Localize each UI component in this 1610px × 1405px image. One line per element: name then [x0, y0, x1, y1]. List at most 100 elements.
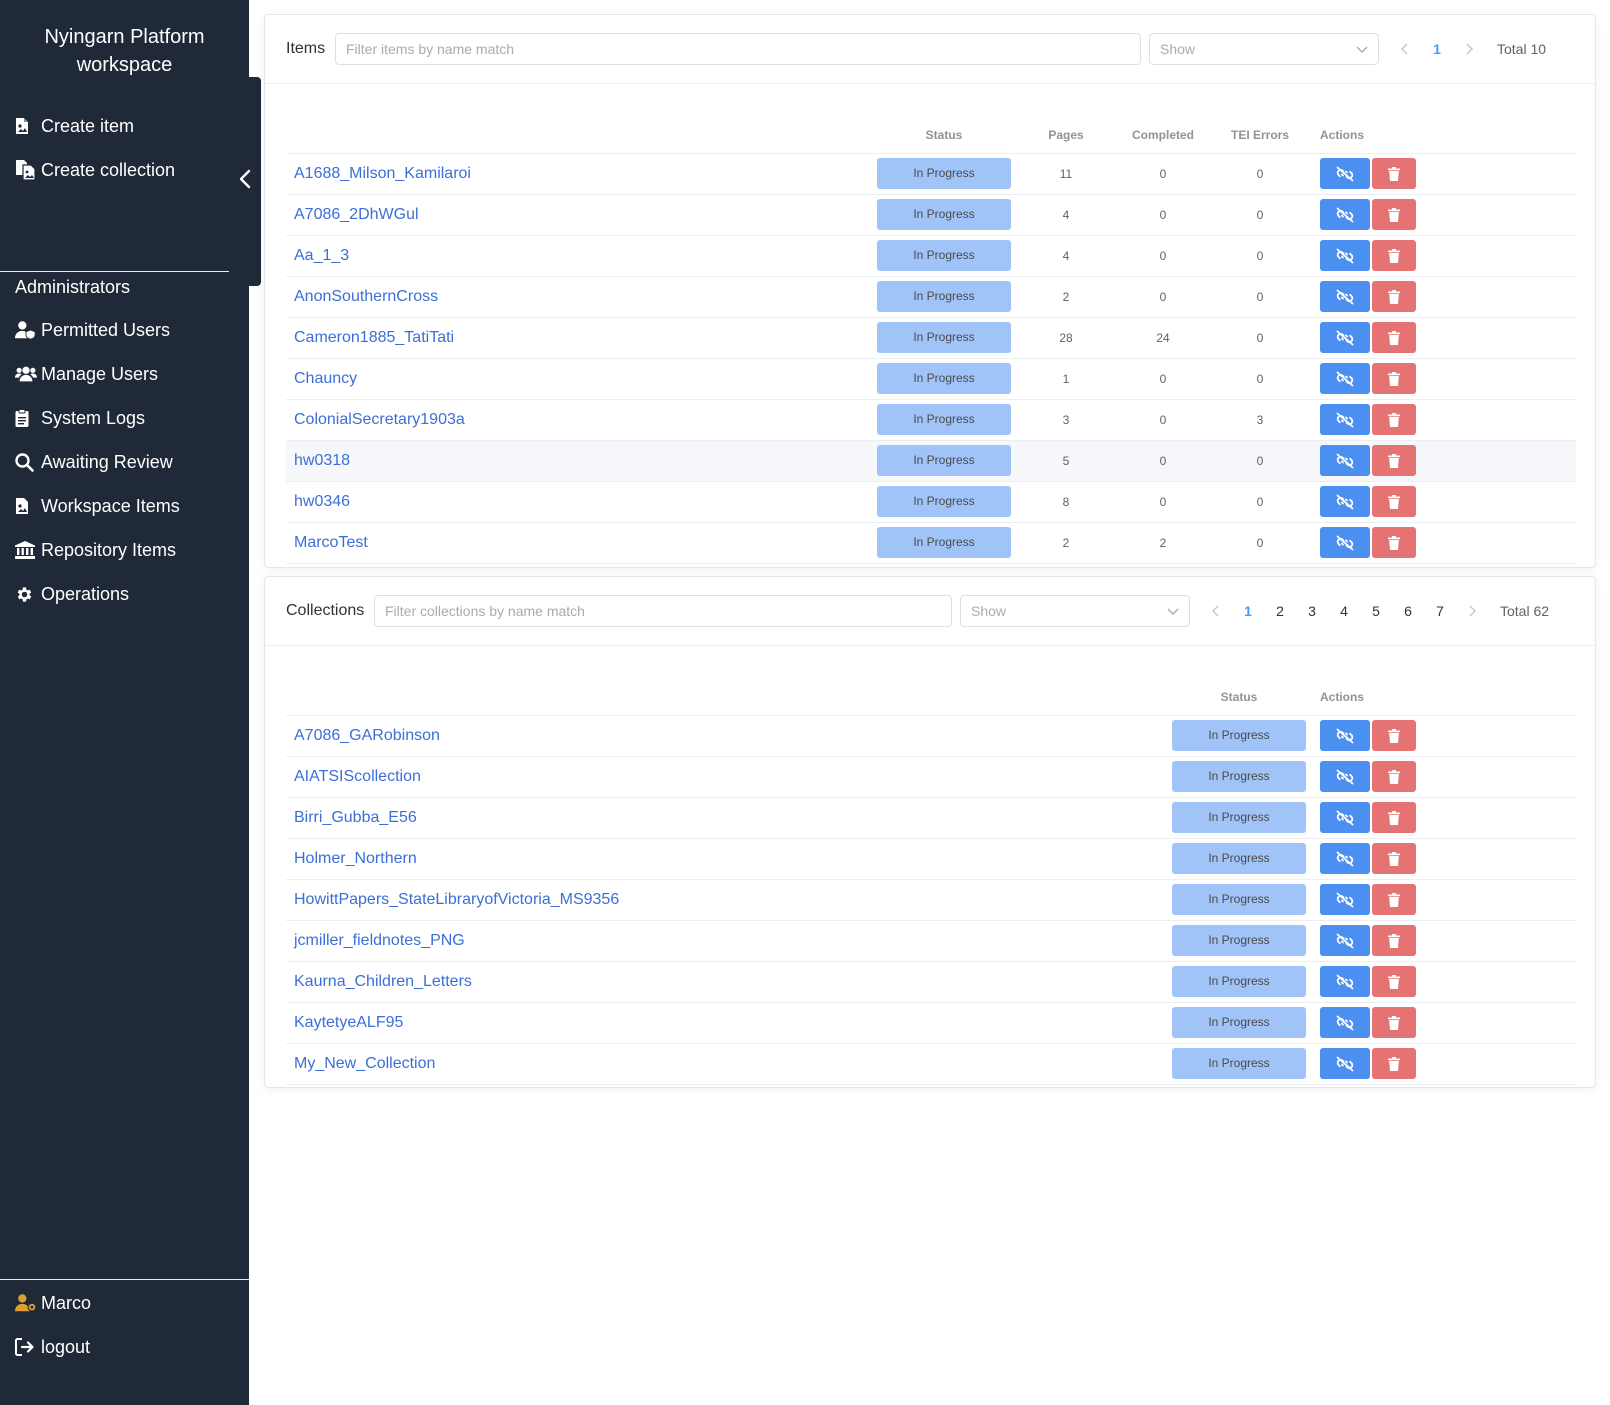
table-row[interactable]: A7086_2DhWGul In Progress 4 0 0 [286, 194, 1576, 236]
sidebar-item-create-collection[interactable]: Create collection [0, 148, 249, 192]
table-row[interactable]: Aa_1_3 In Progress 4 0 0 [286, 235, 1576, 277]
unlink-button[interactable] [1320, 363, 1370, 394]
unlink-button[interactable] [1320, 843, 1370, 874]
status-badge[interactable]: In Progress [1172, 1048, 1306, 1079]
unlink-button[interactable] [1320, 925, 1370, 956]
sidebar-item-awaiting-review[interactable]: Awaiting Review [0, 440, 249, 484]
status-badge[interactable]: In Progress [1172, 966, 1306, 997]
page-number[interactable]: 1 [1421, 41, 1453, 57]
delete-button[interactable] [1372, 843, 1416, 874]
status-badge[interactable]: In Progress [1172, 720, 1306, 751]
status-badge[interactable]: In Progress [877, 199, 1011, 230]
unlink-button[interactable] [1320, 445, 1370, 476]
table-row[interactable]: jcmiller_fieldnotes_PNG In Progress [286, 920, 1576, 962]
status-badge[interactable]: In Progress [877, 486, 1011, 517]
delete-button[interactable] [1372, 281, 1416, 312]
status-badge[interactable]: In Progress [877, 281, 1011, 312]
unlink-button[interactable] [1320, 1048, 1370, 1079]
sidebar-item-permitted-users[interactable]: Permitted Users [0, 308, 249, 352]
table-row[interactable]: KaytetyeALF95 In Progress [286, 1002, 1576, 1044]
status-badge[interactable]: In Progress [877, 322, 1011, 353]
delete-button[interactable] [1372, 445, 1416, 476]
table-row[interactable]: hw0318 In Progress 5 0 0 [286, 440, 1576, 482]
unlink-button[interactable] [1320, 240, 1370, 271]
items-show-select[interactable]: Show [1149, 33, 1379, 65]
table-row[interactable]: AnonSouthernCross In Progress 2 0 0 [286, 276, 1576, 318]
unlink-button[interactable] [1320, 158, 1370, 189]
sidebar-item-workspace-items[interactable]: Workspace Items [0, 484, 249, 528]
row-name-link[interactable]: HowittPapers_StateLibraryofVictoria_MS93… [294, 891, 619, 908]
collections-show-select[interactable]: Show [960, 595, 1190, 627]
row-name-link[interactable]: AnonSouthernCross [294, 288, 438, 305]
prev-page-icon[interactable] [1389, 43, 1421, 55]
page-number[interactable]: 2 [1264, 603, 1296, 619]
row-name-link[interactable]: My_New_Collection [294, 1055, 435, 1072]
row-name-link[interactable]: A7086_2DhWGul [294, 206, 419, 223]
status-badge[interactable]: In Progress [1172, 925, 1306, 956]
status-badge[interactable]: In Progress [877, 240, 1011, 271]
status-badge[interactable]: In Progress [1172, 843, 1306, 874]
delete-button[interactable] [1372, 761, 1416, 792]
unlink-button[interactable] [1320, 720, 1370, 751]
delete-button[interactable] [1372, 240, 1416, 271]
status-badge[interactable]: In Progress [877, 404, 1011, 435]
page-number[interactable]: 1 [1232, 603, 1264, 619]
delete-button[interactable] [1372, 1048, 1416, 1079]
delete-button[interactable] [1372, 486, 1416, 517]
row-name-link[interactable]: hw0346 [294, 493, 350, 510]
delete-button[interactable] [1372, 404, 1416, 435]
row-name-link[interactable]: A1688_Milson_Kamilaroi [294, 165, 471, 182]
row-name-link[interactable]: Kaurna_Children_Letters [294, 973, 472, 990]
status-badge[interactable]: In Progress [1172, 802, 1306, 833]
delete-button[interactable] [1372, 966, 1416, 997]
page-number[interactable]: 7 [1424, 603, 1456, 619]
page-number[interactable]: 4 [1328, 603, 1360, 619]
delete-button[interactable] [1372, 1007, 1416, 1038]
row-name-link[interactable]: Cameron1885_TatiTati [294, 329, 454, 346]
sidebar-item-manage-users[interactable]: Manage Users [0, 352, 249, 396]
sidebar-item-repository-items[interactable]: Repository Items [0, 528, 249, 572]
next-page-icon[interactable] [1453, 43, 1485, 55]
row-name-link[interactable]: Holmer_Northern [294, 850, 417, 867]
unlink-button[interactable] [1320, 199, 1370, 230]
status-badge[interactable]: In Progress [1172, 884, 1306, 915]
sidebar-collapse-toggle[interactable] [229, 77, 261, 286]
row-name-link[interactable]: KaytetyeALF95 [294, 1014, 403, 1031]
page-number[interactable]: 3 [1296, 603, 1328, 619]
status-badge[interactable]: In Progress [1172, 1007, 1306, 1038]
table-row[interactable]: Birri_Gubba_E56 In Progress [286, 797, 1576, 839]
prev-page-icon[interactable] [1200, 605, 1232, 617]
collections-filter-input[interactable] [374, 595, 952, 627]
table-row[interactable]: Kaurna_Children_Letters In Progress [286, 961, 1576, 1003]
table-row[interactable]: ColonialSecretary1903a In Progress 3 0 3 [286, 399, 1576, 441]
unlink-button[interactable] [1320, 527, 1370, 558]
delete-button[interactable] [1372, 363, 1416, 394]
unlink-button[interactable] [1320, 761, 1370, 792]
row-name-link[interactable]: Birri_Gubba_E56 [294, 809, 417, 826]
delete-button[interactable] [1372, 199, 1416, 230]
table-row[interactable]: My_New_Collection In Progress [286, 1043, 1576, 1085]
table-row[interactable]: A1688_Milson_Kamilaroi In Progress 11 0 0 [286, 153, 1576, 195]
status-badge[interactable]: In Progress [877, 445, 1011, 476]
row-name-link[interactable]: MarcoTest [294, 534, 368, 551]
items-filter-input[interactable] [335, 33, 1141, 65]
unlink-button[interactable] [1320, 966, 1370, 997]
delete-button[interactable] [1372, 158, 1416, 189]
unlink-button[interactable] [1320, 281, 1370, 312]
unlink-button[interactable] [1320, 322, 1370, 353]
table-row[interactable]: A7086_GARobinson In Progress [286, 715, 1576, 757]
table-row[interactable]: Cameron1885_TatiTati In Progress 28 24 0 [286, 317, 1576, 359]
next-page-icon[interactable] [1456, 605, 1488, 617]
row-name-link[interactable]: jcmiller_fieldnotes_PNG [294, 932, 465, 949]
status-badge[interactable]: In Progress [877, 158, 1011, 189]
page-number[interactable]: 5 [1360, 603, 1392, 619]
delete-button[interactable] [1372, 322, 1416, 353]
sidebar-item-operations[interactable]: Operations [0, 572, 249, 616]
status-badge[interactable]: In Progress [877, 363, 1011, 394]
unlink-button[interactable] [1320, 1007, 1370, 1038]
table-row[interactable]: HowittPapers_StateLibraryofVictoria_MS93… [286, 879, 1576, 921]
logout-link[interactable]: logout [0, 1325, 249, 1369]
row-name-link[interactable]: hw0318 [294, 452, 350, 469]
delete-button[interactable] [1372, 720, 1416, 751]
delete-button[interactable] [1372, 925, 1416, 956]
